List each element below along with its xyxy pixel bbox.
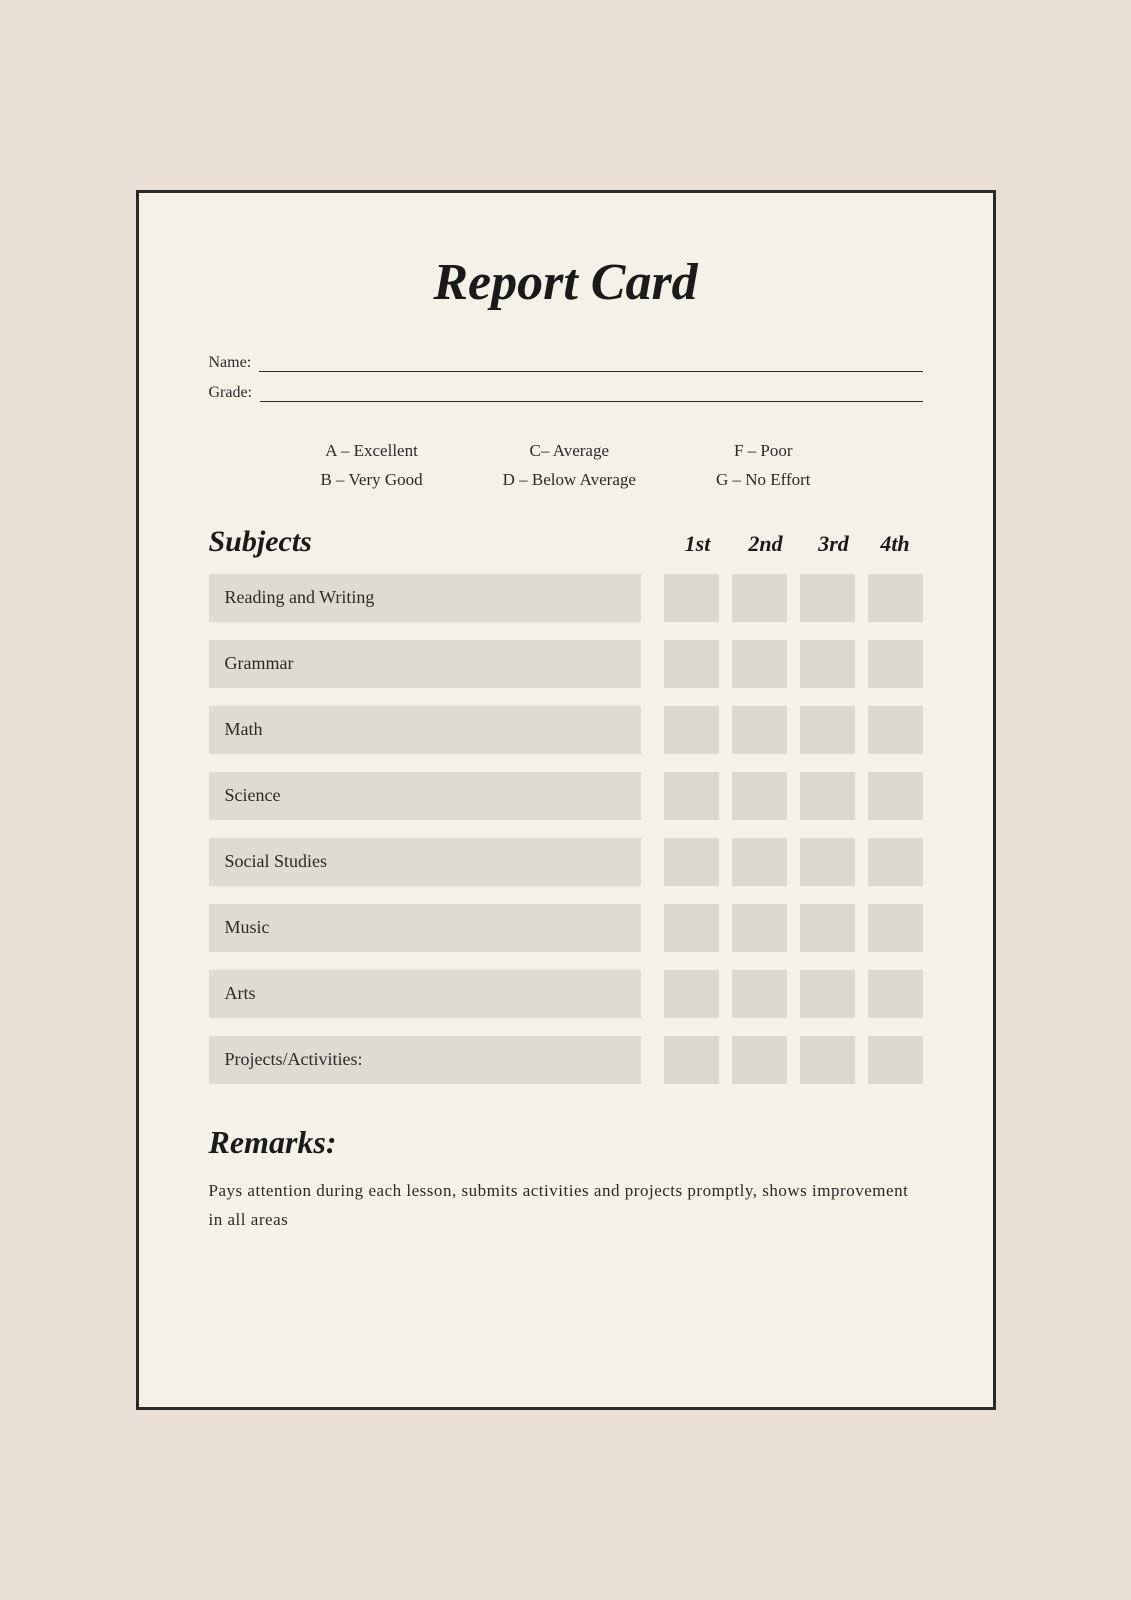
subjects-label: Subjects <box>209 525 664 559</box>
grade-box-q3[interactable] <box>800 970 855 1018</box>
grade-box-q1[interactable] <box>664 838 719 886</box>
legend-col-1: C– Average D – Below Average <box>503 437 636 495</box>
table-row: Grammar <box>209 640 923 688</box>
name-field-row: Name: <box>209 352 923 372</box>
grade-box-q2[interactable] <box>732 1036 787 1084</box>
subject-name: Math <box>209 706 641 754</box>
table-row: Projects/Activities: <box>209 1036 923 1084</box>
quarter-header-3rd: 3rd <box>800 531 868 557</box>
subjects-header: Subjects 1st2nd3rd4th <box>209 525 923 559</box>
grade-boxes <box>651 970 923 1018</box>
grade-box-q4[interactable] <box>868 772 923 820</box>
grade-box-q2[interactable] <box>732 838 787 886</box>
grade-box-q1[interactable] <box>664 640 719 688</box>
legend-item: D – Below Average <box>503 470 636 489</box>
name-label: Name: <box>209 354 252 372</box>
grade-box-q1[interactable] <box>664 904 719 952</box>
grade-boxes <box>651 1036 923 1084</box>
grade-box-q4[interactable] <box>868 838 923 886</box>
legend-item: C– Average <box>530 441 609 460</box>
legend-col-2: F – Poor G – No Effort <box>716 437 811 495</box>
grade-box-q3[interactable] <box>800 574 855 622</box>
grade-box-q3[interactable] <box>800 640 855 688</box>
grade-box-q4[interactable] <box>868 1036 923 1084</box>
grade-box-q4[interactable] <box>868 640 923 688</box>
quarter-header-2nd: 2nd <box>732 531 800 557</box>
grade-box-q4[interactable] <box>868 970 923 1018</box>
subject-name: Music <box>209 904 641 952</box>
grade-boxes <box>651 838 923 886</box>
grade-box-q4[interactable] <box>868 574 923 622</box>
legend-col-0: A – Excellent B – Very Good <box>320 437 422 495</box>
grade-box-q2[interactable] <box>732 574 787 622</box>
grade-box-q4[interactable] <box>868 904 923 952</box>
subject-name: Social Studies <box>209 838 641 886</box>
report-card-page: Report Card Name: Grade: A – Excellent B … <box>136 190 996 1410</box>
grade-box-q3[interactable] <box>800 904 855 952</box>
grade-box-q3[interactable] <box>800 706 855 754</box>
subject-name: Arts <box>209 970 641 1018</box>
table-row: Reading and Writing <box>209 574 923 622</box>
grade-box-q2[interactable] <box>732 772 787 820</box>
grade-boxes <box>651 772 923 820</box>
grade-line <box>260 382 922 402</box>
grade-boxes <box>651 706 923 754</box>
grade-box-q2[interactable] <box>732 640 787 688</box>
subject-name: Science <box>209 772 641 820</box>
grade-field-row: Grade: <box>209 382 923 402</box>
quarter-headers: 1st2nd3rd4th <box>664 531 923 557</box>
grade-legend: A – Excellent B – Very Good C– Average D – … <box>209 437 923 495</box>
legend-item: A – Excellent <box>325 441 418 460</box>
grade-box-q3[interactable] <box>800 772 855 820</box>
grade-boxes <box>651 640 923 688</box>
grade-label: Grade: <box>209 384 253 402</box>
remarks-section: Remarks: Pays attention during each less… <box>209 1124 923 1235</box>
grade-box-q2[interactable] <box>732 904 787 952</box>
grade-box-q3[interactable] <box>800 1036 855 1084</box>
grade-box-q3[interactable] <box>800 838 855 886</box>
grade-box-q1[interactable] <box>664 706 719 754</box>
table-row: Social Studies <box>209 838 923 886</box>
subjects-list: Reading and Writing Grammar Math Science Soc… <box>209 574 923 1084</box>
grade-box-q1[interactable] <box>664 970 719 1018</box>
subject-name: Reading and Writing <box>209 574 641 622</box>
grade-box-q1[interactable] <box>664 1036 719 1084</box>
subject-name: Projects/Activities: <box>209 1036 641 1084</box>
quarter-header-1st: 1st <box>664 531 732 557</box>
grade-box-q1[interactable] <box>664 772 719 820</box>
grade-box-q2[interactable] <box>732 706 787 754</box>
grade-boxes <box>651 904 923 952</box>
table-row: Arts <box>209 970 923 1018</box>
quarter-header-4th: 4th <box>868 531 923 557</box>
name-line <box>259 352 922 372</box>
page-title: Report Card <box>209 253 923 312</box>
grade-box-q1[interactable] <box>664 574 719 622</box>
table-row: Math <box>209 706 923 754</box>
remarks-text: Pays attention during each lesson, submi… <box>209 1177 923 1235</box>
legend-item: B – Very Good <box>320 470 422 489</box>
legend-item: F – Poor <box>734 441 793 460</box>
table-row: Science <box>209 772 923 820</box>
subject-name: Grammar <box>209 640 641 688</box>
table-row: Music <box>209 904 923 952</box>
grade-box-q2[interactable] <box>732 970 787 1018</box>
remarks-title: Remarks: <box>209 1124 923 1161</box>
grade-boxes <box>651 574 923 622</box>
legend-item: G – No Effort <box>716 470 811 489</box>
grade-box-q4[interactable] <box>868 706 923 754</box>
